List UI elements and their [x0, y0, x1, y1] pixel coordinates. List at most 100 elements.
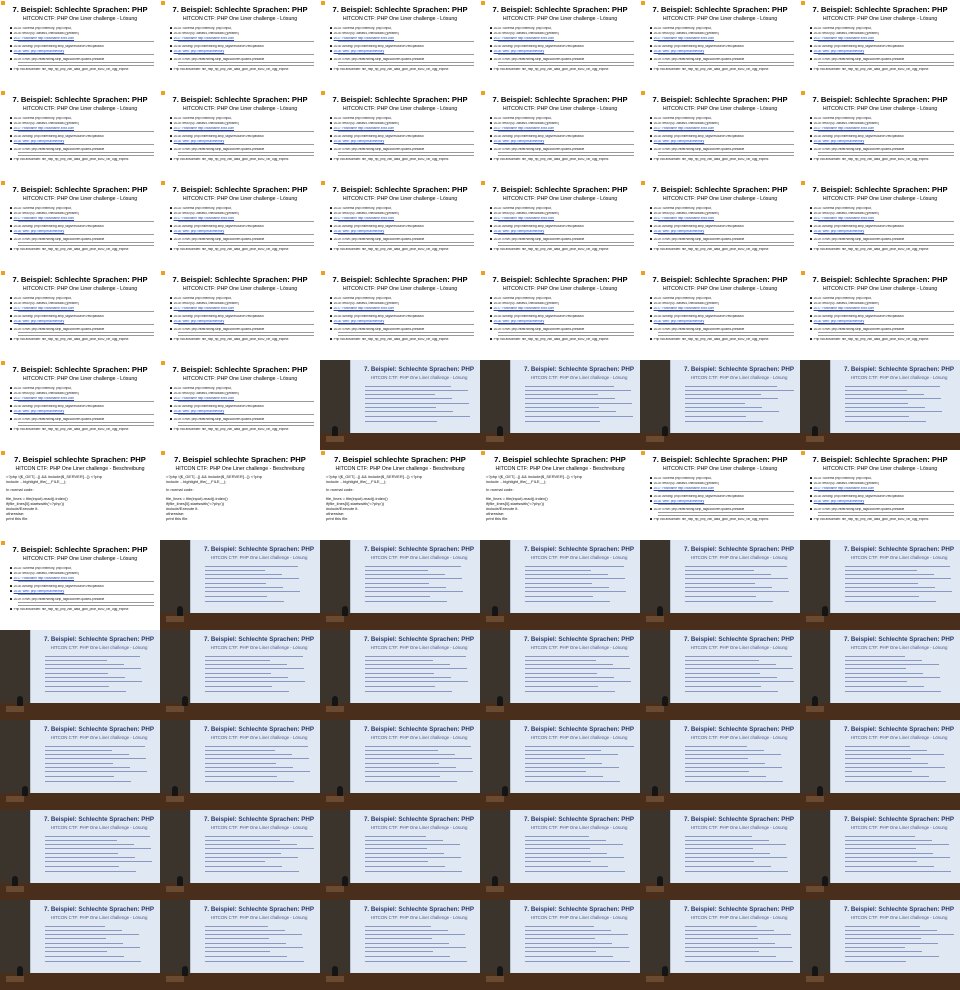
- slide-thumbnail[interactable]: 7. Beispiel schlechte Sprachen: PHP HITCO…: [0, 450, 160, 540]
- video-frame-thumbnail[interactable]: 7. Beispiel: Schlechte Sprachen: PHP HITC…: [160, 540, 320, 630]
- slide-thumbnail[interactable]: 7. Beispiel: Schlechte Sprachen: PHP HITC…: [640, 270, 800, 360]
- slide-thumbnail[interactable]: 7. Beispiel: Schlechte Sprachen: PHP HITC…: [480, 90, 640, 180]
- projected-text-line: [45, 686, 109, 687]
- video-frame-thumbnail[interactable]: 7. Beispiel: Schlechte Sprachen: PHP HITC…: [320, 540, 480, 630]
- slide-thumbnail[interactable]: 7. Beispiel: Schlechte Sprachen: PHP HITC…: [800, 450, 960, 540]
- projected-slide-subtitle: HITCON CTF: PHP One Liner challenge - Lö…: [370, 555, 468, 560]
- video-frame-thumbnail[interactable]: 7. Beispiel: Schlechte Sprachen: PHP HITC…: [800, 810, 960, 900]
- bullet-dot-icon: [10, 328, 12, 330]
- video-frame-thumbnail[interactable]: 7. Beispiel: Schlechte Sprachen: PHP HITC…: [0, 900, 160, 990]
- slide-thumbnail[interactable]: 7. Beispiel: Schlechte Sprachen: PHP HITC…: [0, 180, 160, 270]
- slide-thumbnail[interactable]: 7. Beispiel: Schlechte Sprachen: PHP HITC…: [320, 0, 480, 90]
- lectern: [326, 706, 344, 712]
- video-frame-thumbnail[interactable]: 7. Beispiel: Schlechte Sprachen: PHP HITC…: [0, 720, 160, 810]
- video-frame-thumbnail[interactable]: 7. Beispiel: Schlechte Sprachen: PHP HITC…: [320, 630, 480, 720]
- bullet-text: 2017: Hostname http://hostname.xxxx.com: [173, 397, 235, 400]
- slide-thumbnail[interactable]: 7. Beispiel: Schlechte Sprachen: PHP HITC…: [640, 90, 800, 180]
- slide-thumbnail[interactable]: 7. Beispiel: Schlechte Sprachen: PHP HITC…: [160, 180, 320, 270]
- projector-screen: 7. Beispiel: Schlechte Sprachen: PHP HITC…: [510, 720, 640, 793]
- video-frame-thumbnail[interactable]: 7. Beispiel: Schlechte Sprachen: PHP HITC…: [640, 630, 800, 720]
- video-frame-thumbnail[interactable]: 7. Beispiel: Schlechte Sprachen: PHP HITC…: [0, 630, 160, 720]
- video-frame-thumbnail[interactable]: 7. Beispiel: Schlechte Sprachen: PHP HITC…: [480, 360, 640, 450]
- video-frame-thumbnail[interactable]: 7. Beispiel: Schlechte Sprachen: PHP HITC…: [480, 630, 640, 720]
- video-frame-thumbnail[interactable]: 7. Beispiel: Schlechte Sprachen: PHP HITC…: [320, 720, 480, 810]
- video-frame-thumbnail[interactable]: 7. Beispiel: Schlechte Sprachen: PHP HITC…: [0, 810, 160, 900]
- slide-thumbnail[interactable]: 7. Beispiel schlechte Sprachen: PHP HITCO…: [160, 450, 320, 540]
- slide-thumbnail[interactable]: 7. Beispiel: Schlechte Sprachen: PHP HITC…: [0, 360, 160, 450]
- bullet-dot-icon: [650, 500, 652, 502]
- video-frame-thumbnail[interactable]: 7. Beispiel: Schlechte Sprachen: PHP HITC…: [480, 900, 640, 990]
- slide-thumbnail[interactable]: 7. Beispiel: Schlechte Sprachen: PHP HITC…: [320, 180, 480, 270]
- video-frame-thumbnail[interactable]: 7. Beispiel: Schlechte Sprachen: PHP HITC…: [480, 720, 640, 810]
- slide-thumbnail[interactable]: 7. Beispiel: Schlechte Sprachen: PHP HITC…: [640, 180, 800, 270]
- projected-text-line: [845, 840, 932, 841]
- slide-subtitle: HITCON CTF: PHP One Liner challenge - Lö…: [662, 196, 778, 202]
- speaker-figure: [337, 786, 343, 796]
- slide-thumbnail[interactable]: 7. Beispiel schlechte Sprachen: PHP HITCO…: [320, 450, 480, 540]
- projected-text-line: [845, 947, 905, 948]
- video-frame-thumbnail[interactable]: 7. Beispiel: Schlechte Sprachen: PHP HITC…: [320, 360, 480, 450]
- video-frame-thumbnail[interactable]: 7. Beispiel: Schlechte Sprachen: PHP HITC…: [160, 720, 320, 810]
- video-frame-thumbnail[interactable]: 7. Beispiel: Schlechte Sprachen: PHP HITC…: [160, 810, 320, 900]
- projected-slide-subtitle: HITCON CTF: PHP One Liner challenge - Lö…: [530, 375, 628, 380]
- video-frame-thumbnail[interactable]: 7. Beispiel: Schlechte Sprachen: PHP HITC…: [800, 360, 960, 450]
- slide-thumbnail[interactable]: 7. Beispiel: Schlechte Sprachen: PHP HITC…: [160, 270, 320, 360]
- bullet-dot-icon: [330, 45, 332, 47]
- slide-bullet: 2015: test://(s)/..base64,//hello/data (…: [10, 212, 156, 216]
- slide-thumbnail[interactable]: 7. Beispiel: Schlechte Sprachen: PHP HITC…: [800, 0, 960, 90]
- projected-slide-subtitle: HITCON CTF: PHP One Liner challenge - Lö…: [370, 645, 468, 650]
- slide-thumbnail[interactable]: 7. Beispiel: Schlechte Sprachen: PHP HITC…: [160, 90, 320, 180]
- video-frame-thumbnail[interactable]: 7. Beispiel: Schlechte Sprachen: PHP HITC…: [640, 810, 800, 900]
- video-frame-thumbnail[interactable]: 7. Beispiel: Schlechte Sprachen: PHP HITC…: [800, 900, 960, 990]
- bullet-dot-icon: [330, 338, 332, 340]
- video-frame-thumbnail[interactable]: 7. Beispiel: Schlechte Sprachen: PHP HITC…: [160, 630, 320, 720]
- slide-thumbnail[interactable]: 7. Beispiel: Schlechte Sprachen: PHP HITC…: [160, 0, 320, 90]
- speaker-figure: [497, 696, 503, 706]
- projected-text-line: [685, 421, 763, 422]
- slide-thumbnail[interactable]: 7. Beispiel: Schlechte Sprachen: PHP HITC…: [160, 360, 320, 450]
- slide-thumbnail[interactable]: 7. Beispiel: Schlechte Sprachen: PHP HITC…: [0, 0, 160, 90]
- slide-thumbnail[interactable]: 7. Beispiel: Schlechte Sprachen: PHP HITC…: [640, 450, 800, 540]
- slide-bullet: 2014: Schema php://memory, php://input,: [10, 297, 156, 301]
- bullet-dot-icon: [10, 315, 12, 317]
- slide-thumbnail[interactable]: 7. Beispiel: Schlechte Sprachen: PHP HITC…: [480, 180, 640, 270]
- slide-title: 7. Beispiel: Schlechte Sprachen: PHP: [492, 95, 628, 104]
- slide-sub-bullet-line: [818, 221, 954, 222]
- bullet-text: 2018: Anfang: php://filter/string.strip_…: [493, 225, 584, 228]
- bullet-dot-icon: [10, 37, 12, 39]
- projected-text-line: [845, 601, 936, 602]
- speaker-figure: [182, 966, 188, 976]
- slide-sub-bullet-line: [498, 131, 634, 132]
- video-frame-thumbnail[interactable]: 7. Beispiel: Schlechte Sprachen: PHP HITC…: [800, 540, 960, 630]
- video-frame-thumbnail[interactable]: 7. Beispiel: Schlechte Sprachen: PHP HITC…: [480, 810, 640, 900]
- stage-floor: [0, 883, 160, 900]
- slide-thumbnail[interactable]: 7. Beispiel: Schlechte Sprachen: PHP HITC…: [800, 180, 960, 270]
- video-frame-thumbnail[interactable]: 7. Beispiel: Schlechte Sprachen: PHP HITC…: [640, 900, 800, 990]
- slide-thumbnail[interactable]: 7. Beispiel schlechte Sprachen: PHP HITCO…: [480, 450, 640, 540]
- slide-thumbnail[interactable]: 7. Beispiel: Schlechte Sprachen: PHP HITC…: [640, 0, 800, 90]
- video-frame-thumbnail[interactable]: 7. Beispiel: Schlechte Sprachen: PHP HITC…: [640, 540, 800, 630]
- slide-bullet: Php hat ansonsten: file_http_ftp_php_zli…: [10, 68, 156, 72]
- projected-text-line: [365, 861, 428, 862]
- bullet-text: 2014: Schema php://memory, php://input,: [813, 27, 872, 30]
- video-frame-thumbnail[interactable]: 7. Beispiel: Schlechte Sprachen: PHP HITC…: [320, 810, 480, 900]
- video-frame-thumbnail[interactable]: 7. Beispiel: Schlechte Sprachen: PHP HITC…: [800, 720, 960, 810]
- slide-thumbnail[interactable]: 7. Beispiel: Schlechte Sprachen: PHP HITC…: [800, 270, 960, 360]
- slide-thumbnail[interactable]: 7. Beispiel: Schlechte Sprachen: PHP HITC…: [0, 90, 160, 180]
- slide-thumbnail[interactable]: 7. Beispiel: Schlechte Sprachen: PHP HITC…: [480, 0, 640, 90]
- video-frame-thumbnail[interactable]: 7. Beispiel: Schlechte Sprachen: PHP HITC…: [640, 720, 800, 810]
- slide-thumbnail[interactable]: 7. Beispiel: Schlechte Sprachen: PHP HITC…: [0, 270, 160, 360]
- slide-thumbnail[interactable]: 7. Beispiel: Schlechte Sprachen: PHP HITC…: [320, 270, 480, 360]
- video-frame-thumbnail[interactable]: 7. Beispiel: Schlechte Sprachen: PHP HITC…: [800, 630, 960, 720]
- slide-thumbnail[interactable]: 7. Beispiel: Schlechte Sprachen: PHP HITC…: [480, 270, 640, 360]
- video-frame-thumbnail[interactable]: 7. Beispiel: Schlechte Sprachen: PHP HITC…: [480, 540, 640, 630]
- video-frame-thumbnail[interactable]: 7. Beispiel: Schlechte Sprachen: PHP HITC…: [640, 360, 800, 450]
- bullet-text: 2014: Schema php://memory, php://input,: [173, 117, 232, 120]
- video-frame-thumbnail[interactable]: 7. Beispiel: Schlechte Sprachen: PHP HITC…: [160, 900, 320, 990]
- slide-thumbnail[interactable]: 7. Beispiel: Schlechte Sprachen: PHP HITC…: [800, 90, 960, 180]
- video-frame-thumbnail[interactable]: 7. Beispiel: Schlechte Sprachen: PHP HITC…: [320, 900, 480, 990]
- slide-thumbnail[interactable]: 7. Beispiel: Schlechte Sprachen: PHP HITC…: [320, 90, 480, 180]
- slide-thumbnail[interactable]: 7. Beispiel: Schlechte Sprachen: PHP HITC…: [0, 540, 160, 630]
- projected-text-line: [685, 587, 772, 588]
- bullet-text: 2017: Hostname http://hostname.xxxx.com: [653, 217, 715, 220]
